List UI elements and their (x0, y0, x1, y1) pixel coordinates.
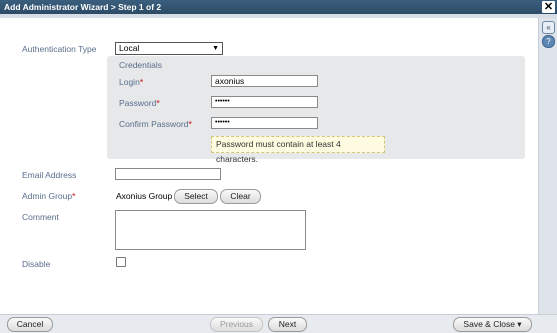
collapse-icon[interactable]: « (542, 21, 555, 34)
wizard-title-bar: Add Administrator Wizard > Step 1 of 2 ✕ (0, 0, 557, 14)
login-label: Login* (119, 77, 144, 87)
auth-type-select[interactable]: Local ▼ (115, 42, 223, 55)
side-panel-strip: « ? (538, 18, 557, 314)
disable-label: Disable (22, 259, 51, 269)
wizard-footer: Cancel Previous Next Save & Close ▾ (0, 314, 557, 333)
save-close-button[interactable]: Save & Close ▾ (453, 317, 532, 332)
disable-checkbox[interactable] (116, 257, 126, 267)
confirm-password-label: Confirm Password* (119, 119, 192, 129)
top-divider (0, 14, 557, 18)
login-input[interactable]: axonius (211, 75, 318, 87)
auth-type-value: Local (119, 43, 140, 53)
select-group-button[interactable]: Select (174, 189, 218, 204)
next-button[interactable]: Next (268, 317, 307, 332)
close-icon[interactable]: ✕ (542, 1, 555, 13)
credentials-heading: Credentials (119, 60, 162, 70)
wizard-title: Add Administrator Wizard > Step 1 of 2 (4, 2, 162, 12)
auth-type-label: Authentication Type (22, 44, 97, 54)
confirm-password-input[interactable]: •••••• (211, 117, 318, 129)
clear-group-button[interactable]: Clear (220, 189, 261, 204)
comment-textarea[interactable] (115, 210, 306, 250)
email-input[interactable] (115, 168, 221, 180)
password-label: Password* (119, 98, 160, 108)
admin-group-label: Admin Group* (22, 191, 76, 201)
dropdown-arrow-icon: ▼ (212, 45, 219, 52)
help-icon[interactable]: ? (542, 35, 555, 48)
password-input[interactable]: •••••• (211, 96, 318, 108)
previous-button[interactable]: Previous (210, 317, 263, 332)
admin-group-value: Axonius Group (116, 191, 173, 201)
comment-label: Comment (22, 212, 59, 222)
password-hint-tooltip: Password must contain at least 4 charact… (211, 136, 385, 164)
email-label: Email Address (22, 170, 77, 180)
cancel-button[interactable]: Cancel (7, 317, 53, 332)
